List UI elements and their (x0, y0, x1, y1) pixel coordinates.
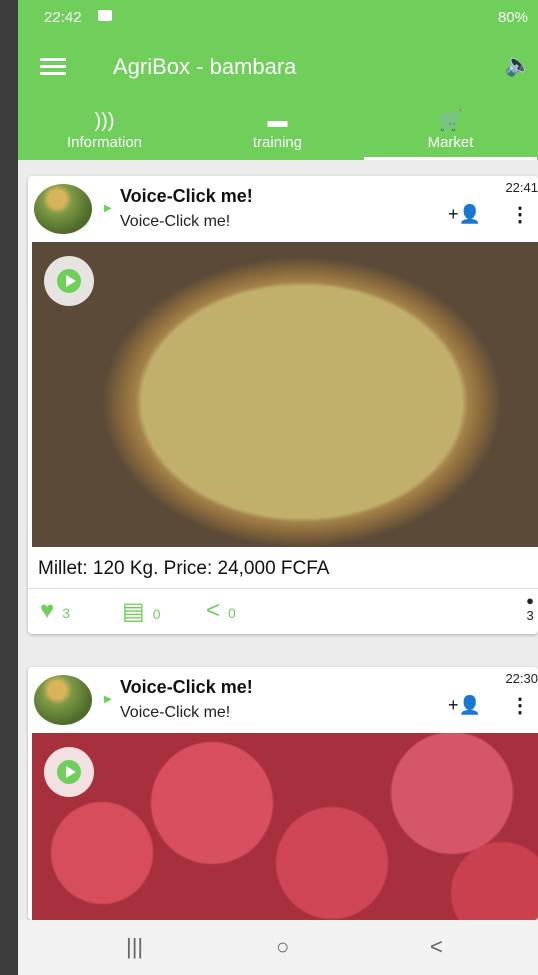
play-small-icon: ▶ (104, 694, 112, 705)
post-caption: Millet: 120 Kg. Price: 24,000 FCFA (38, 558, 330, 579)
tab-training[interactable]: ▬ training (191, 100, 364, 160)
message-icon (98, 10, 112, 21)
more-options-icon[interactable]: ⋮ (510, 202, 530, 227)
rss-icon: ))) (94, 110, 115, 132)
post-subtitle: Voice-Click me! (120, 704, 231, 721)
eye-icon: ● (526, 593, 534, 608)
post-image-millet[interactable] (32, 242, 538, 547)
avatar[interactable] (34, 184, 92, 234)
status-bar: 22:42 80% (18, 0, 538, 34)
comment-button[interactable]: ▤ 0 (122, 597, 160, 626)
post-subtitle: Voice-Click me! (120, 213, 231, 230)
app-title: AgriBox - bambara (113, 54, 297, 79)
post-title[interactable]: Voice-Click me! (120, 677, 253, 698)
more-options-icon[interactable]: ⋮ (510, 693, 530, 718)
market-post-card: ▶ Voice-Click me! Voice-Click me! 22:30 … (28, 667, 538, 920)
share-count: 0 (228, 605, 236, 621)
status-time: 22:42 (44, 9, 82, 26)
heart-icon: ♥ (40, 597, 55, 624)
like-count: 3 (62, 605, 71, 621)
menu-icon[interactable] (40, 58, 66, 76)
post-header: ▶ Voice-Click me! Voice-Click me! 22:41 … (28, 176, 538, 242)
recent-apps-button[interactable]: ||| (126, 934, 143, 960)
post-stats: ♥ 3 ▤ 0 <0 ● 3 (28, 588, 538, 634)
post-time: 22:30 (505, 671, 538, 686)
share-icon: < (206, 597, 221, 624)
view-count: 3 (526, 608, 534, 623)
post-title[interactable]: Voice-Click me! (120, 186, 253, 207)
post-header: ▶ Voice-Click me! Voice-Click me! 22:30 … (28, 667, 538, 733)
cart-icon: 🛒 (438, 110, 463, 132)
app-bar: AgriBox - bambara 🔈 (18, 34, 538, 100)
speaker-icon[interactable]: 🔈 (505, 52, 532, 78)
system-navigation-bar: ||| ○ < (18, 920, 538, 975)
tab-bar: ))) Information ▬ training 🛒 Market (18, 100, 538, 160)
back-button[interactable]: < (430, 934, 443, 960)
play-small-icon: ▶ (104, 203, 112, 214)
add-user-icon[interactable]: +👤 (448, 695, 481, 716)
views: ● 3 (526, 593, 534, 623)
avatar[interactable] (34, 675, 92, 725)
post-image-onions[interactable] (32, 733, 538, 920)
tab-label: training (252, 134, 303, 151)
share-button[interactable]: <0 (206, 597, 236, 625)
play-icon[interactable] (44, 747, 94, 797)
tab-information[interactable]: ))) Information (18, 100, 191, 160)
comment-icon: ▤ (122, 598, 145, 625)
comment-count: 0 (152, 606, 161, 622)
battery-level: 80% (497, 9, 528, 26)
tab-label: Information (66, 134, 143, 151)
chat-icon: ▬ (267, 110, 288, 132)
post-time: 22:41 (505, 180, 538, 195)
home-button[interactable]: ○ (276, 934, 289, 960)
market-post-card: ▶ Voice-Click me! Voice-Click me! 22:41 … (28, 176, 538, 634)
tab-label: Market (427, 134, 474, 151)
phone-screen: 22:42 80% AgriBox - bambara 🔈 ))) Inform… (18, 0, 538, 975)
tab-market[interactable]: 🛒 Market (364, 100, 537, 160)
like-button[interactable]: ♥ 3 (40, 597, 70, 625)
play-icon[interactable] (44, 256, 94, 306)
add-user-icon[interactable]: +👤 (448, 204, 481, 225)
